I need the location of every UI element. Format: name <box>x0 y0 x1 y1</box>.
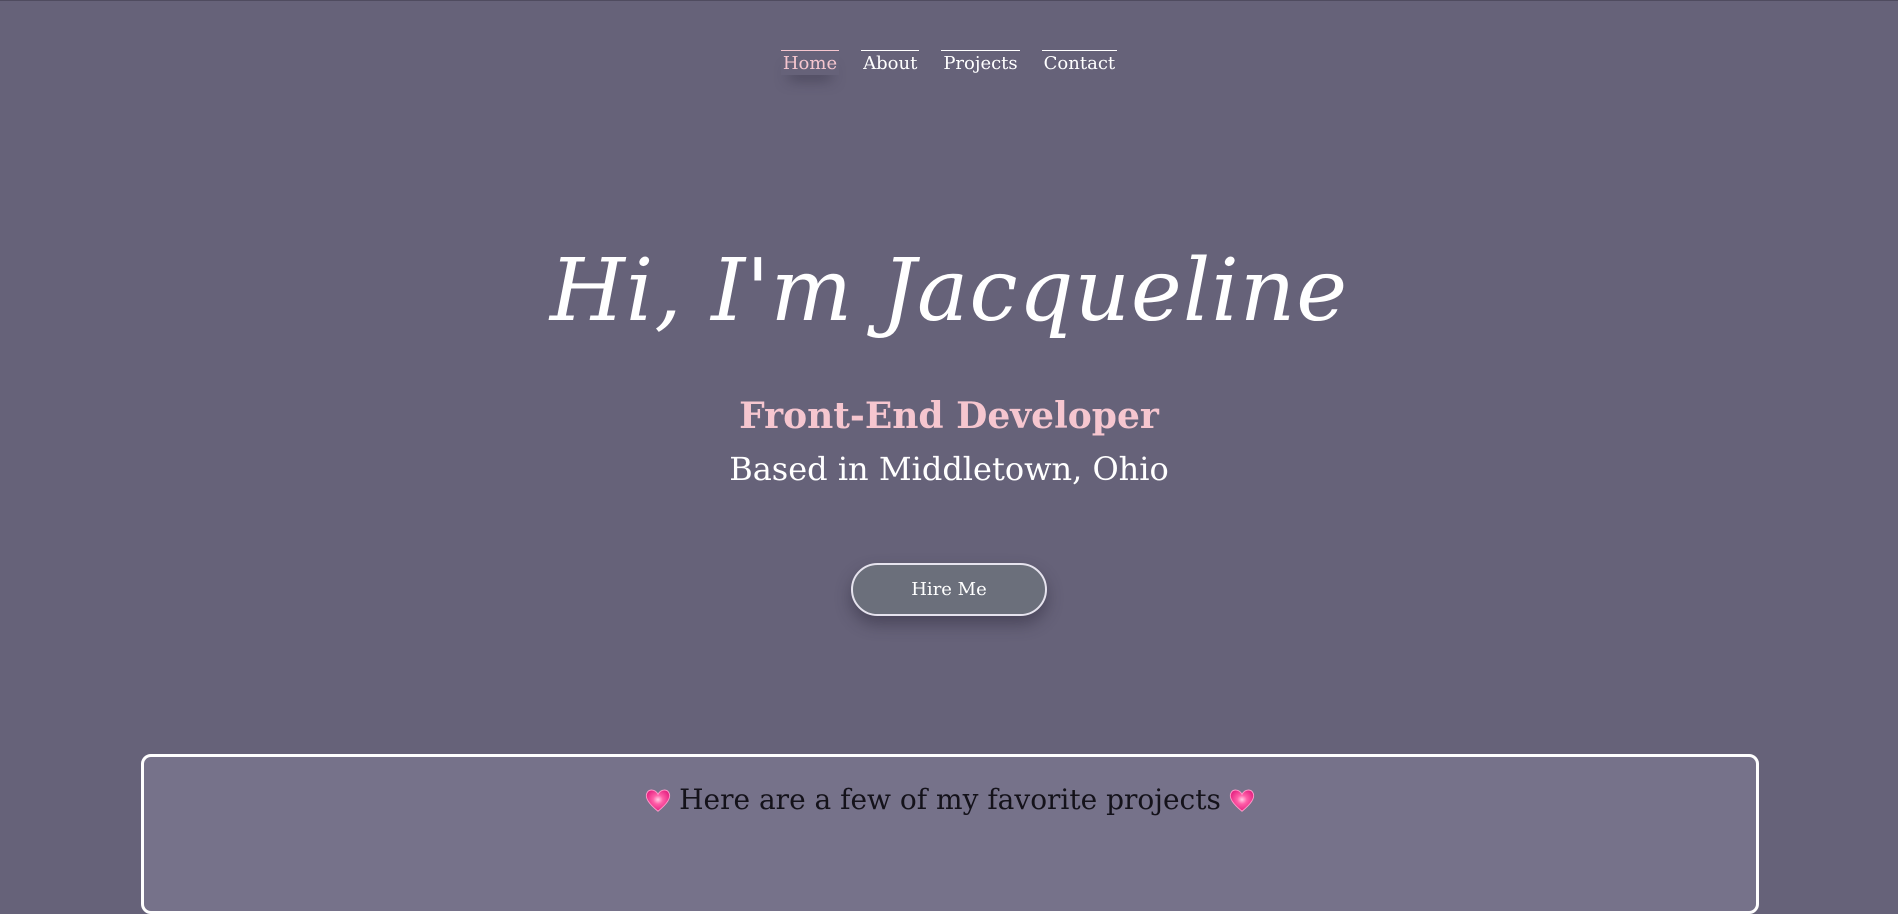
nav-projects-link[interactable]: Projects <box>941 50 1020 75</box>
hero-location: Based in Middletown, Ohio <box>729 450 1169 488</box>
heart-icon <box>1229 789 1255 812</box>
projects-section: Here are a few of my favorite projects <box>141 754 1759 914</box>
nav-about-link[interactable]: About <box>861 50 920 75</box>
heart-icon <box>645 789 671 812</box>
top-border <box>0 0 1898 1</box>
hire-me-button[interactable]: Hire Me <box>851 563 1047 616</box>
hero-title: Hi, I'm Jacqueline <box>549 241 1349 341</box>
main-nav: Home About Projects Contact <box>0 50 1898 75</box>
nav-contact-link[interactable]: Contact <box>1041 50 1118 75</box>
hero-role: Front-End Developer <box>739 395 1159 437</box>
projects-heading-text: Here are a few of my favorite projects <box>679 783 1221 816</box>
projects-heading: Here are a few of my favorite projects <box>144 783 1756 817</box>
nav-home-link[interactable]: Home <box>780 50 840 75</box>
